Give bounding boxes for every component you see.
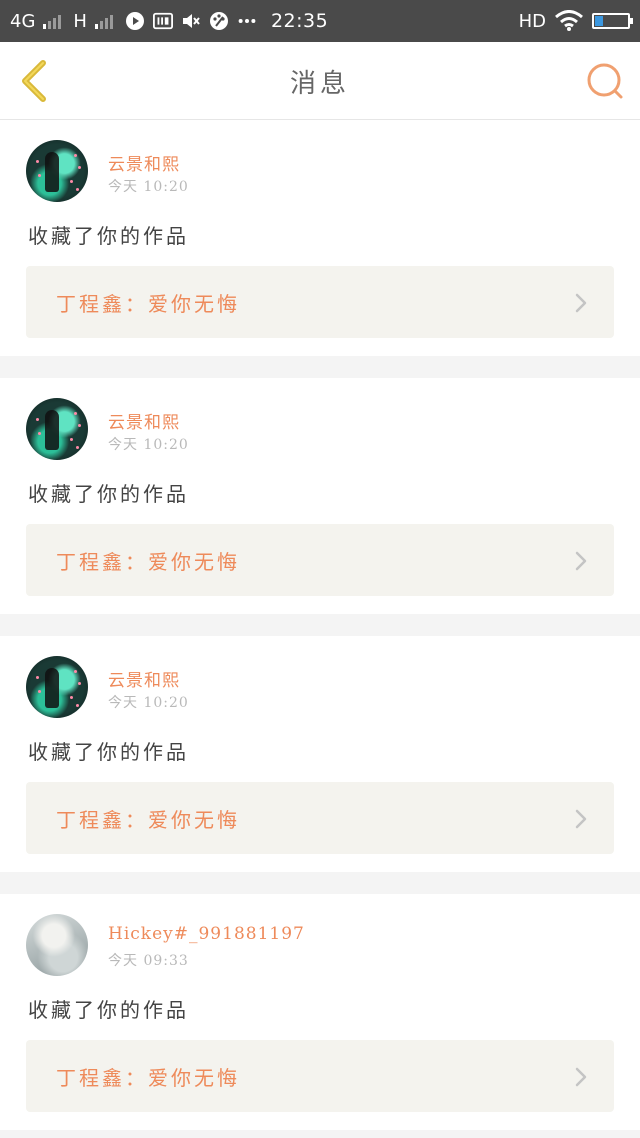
- timestamp: 今天 09:33: [108, 953, 189, 969]
- battery-level: [595, 16, 603, 26]
- work-link[interactable]: 丁程鑫：爱你无悔: [26, 524, 614, 596]
- chevron-left-icon: [22, 60, 46, 102]
- search-icon: [587, 63, 623, 99]
- avatar[interactable]: [26, 656, 88, 718]
- avatar-sparkle: [38, 174, 41, 177]
- signal-strength-icon: [43, 13, 62, 29]
- signal-strength-icon-2: [94, 13, 113, 29]
- timestamp: 今天 10:20: [108, 695, 189, 711]
- muted-speaker-icon: [181, 11, 201, 31]
- avatar-figure: [45, 152, 59, 192]
- messages-screen: 4G H 22:35 HD 消息 云景和熙 今天 10:20 收藏了你的作品 丁…: [0, 0, 640, 1138]
- avatar-sparkle: [36, 676, 39, 679]
- work-link[interactable]: 丁程鑫：爱你无悔: [26, 782, 614, 854]
- avatar-sparkle: [74, 154, 77, 157]
- message-card: 云景和熙 今天 10:20 收藏了你的作品 丁程鑫：爱你无悔: [0, 120, 640, 356]
- avatar-sparkle: [76, 446, 79, 449]
- status-bar: 4G H 22:35 HD: [0, 0, 640, 42]
- user-name[interactable]: 云景和熙: [108, 408, 180, 433]
- avatar-figure: [45, 410, 59, 450]
- user-name[interactable]: 云景和熙: [108, 150, 180, 175]
- chevron-right-icon: [575, 1067, 587, 1087]
- avatar-sparkle: [76, 188, 79, 191]
- avatar-sparkle: [36, 418, 39, 421]
- more-dots-icon: [237, 11, 257, 31]
- timestamp: 今天 10:20: [108, 437, 189, 453]
- avatar[interactable]: [26, 140, 88, 202]
- avatar-sparkle: [38, 432, 41, 435]
- avatar-sparkle: [36, 160, 39, 163]
- action-text: 收藏了你的作品: [28, 482, 189, 506]
- message-card: 云景和熙 今天 10:20 收藏了你的作品 丁程鑫：爱你无悔: [0, 636, 640, 872]
- iqiyi-icon: [152, 11, 173, 31]
- battery-icon: [592, 13, 633, 29]
- avatar-sparkle: [76, 704, 79, 707]
- action-text: 收藏了你的作品: [28, 740, 189, 764]
- chevron-right-icon: [575, 293, 587, 313]
- avatar[interactable]: [26, 914, 88, 976]
- avatar-sparkle: [70, 696, 73, 699]
- avatar-sparkle: [38, 690, 41, 693]
- avatar-sparkle: [74, 412, 77, 415]
- avatar-sparkle: [70, 438, 73, 441]
- back-button[interactable]: [14, 58, 54, 104]
- work-link[interactable]: 丁程鑫：爱你无悔: [26, 1040, 614, 1112]
- timestamp: 今天 10:20: [108, 179, 189, 195]
- play-circle-icon: [125, 11, 145, 31]
- network-label-h: H: [73, 10, 87, 32]
- hd-label: HD: [518, 10, 546, 32]
- avatar-sparkle: [74, 670, 77, 673]
- app-header: 消息: [0, 42, 640, 120]
- network-label-4g: 4G: [10, 10, 36, 32]
- action-text: 收藏了你的作品: [28, 224, 189, 248]
- user-name[interactable]: Hickey#_991881197: [108, 924, 305, 944]
- work-title: 丁程鑫：爱你无悔: [56, 1065, 240, 1090]
- user-name[interactable]: 云景和熙: [108, 666, 180, 691]
- page-title: 消息: [289, 68, 350, 99]
- chevron-right-icon: [575, 809, 587, 829]
- work-title: 丁程鑫：爱你无悔: [56, 807, 240, 832]
- avatar-figure: [45, 668, 59, 708]
- palette-icon: [209, 11, 229, 31]
- chevron-right-icon: [575, 551, 587, 571]
- avatar[interactable]: [26, 398, 88, 460]
- clock-time: 22:35: [270, 10, 329, 32]
- search-button[interactable]: [584, 60, 626, 102]
- status-bar-left: 4G H 22:35: [10, 10, 328, 32]
- avatar-sparkle: [70, 180, 73, 183]
- message-list: 云景和熙 今天 10:20 收藏了你的作品 丁程鑫：爱你无悔 云景和熙 今天 1…: [0, 120, 640, 1138]
- avatar-sparkle: [78, 424, 81, 427]
- message-card: 云景和熙 今天 10:20 收藏了你的作品 丁程鑫：爱你无悔: [0, 378, 640, 614]
- message-card: Hickey#_991881197 今天 09:33 收藏了你的作品 丁程鑫：爱…: [0, 894, 640, 1130]
- avatar-sparkle: [78, 166, 81, 169]
- work-title: 丁程鑫：爱你无悔: [56, 549, 240, 574]
- work-link[interactable]: 丁程鑫：爱你无悔: [26, 266, 614, 338]
- avatar-sparkle: [78, 682, 81, 685]
- work-title: 丁程鑫：爱你无悔: [56, 291, 240, 316]
- status-bar-right: HD: [518, 10, 633, 32]
- wifi-icon: [554, 10, 584, 31]
- action-text: 收藏了你的作品: [28, 998, 189, 1022]
